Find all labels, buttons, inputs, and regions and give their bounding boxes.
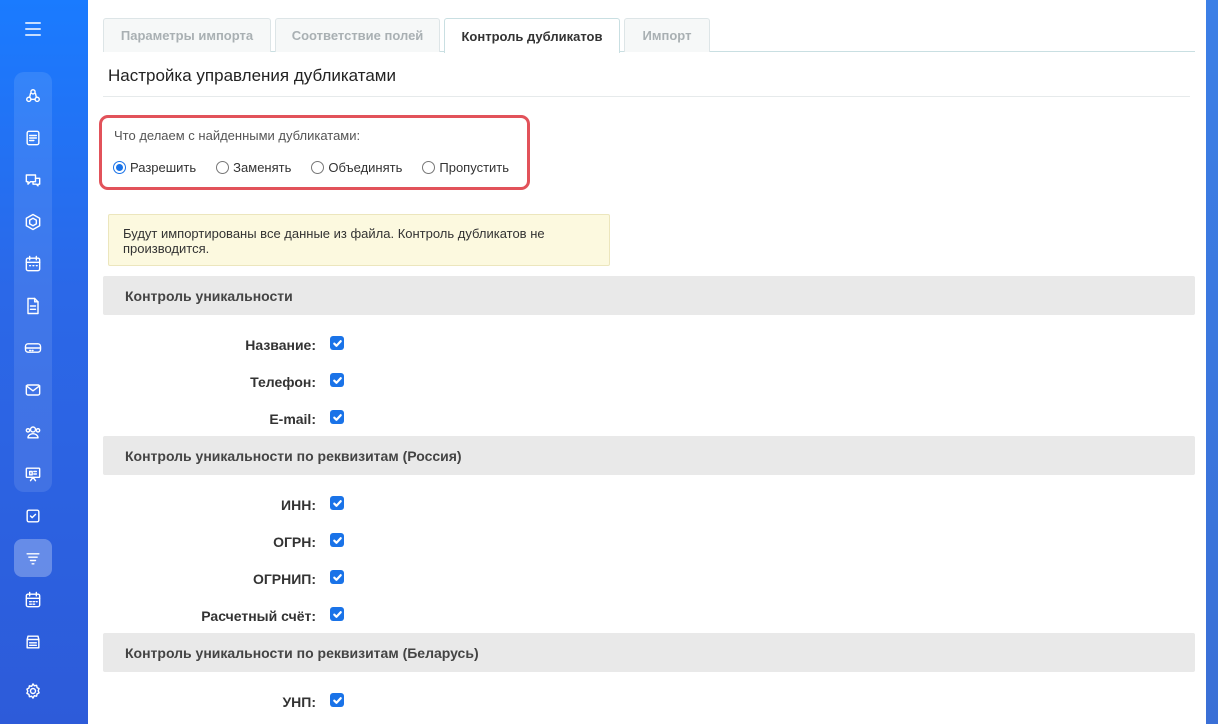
field-label: ИНН: <box>281 497 316 513</box>
tab-field-mapping[interactable]: Соответствие полей <box>275 18 440 52</box>
group-header-requisites-belarus: Контроль уникальности по реквизитам (Бел… <box>103 633 1195 672</box>
main-content: Параметры импорта Соответствие полей Кон… <box>88 0 1206 724</box>
radio-button[interactable] <box>422 161 436 174</box>
divider <box>103 96 1190 97</box>
group-header-uniqueness: Контроль уникальности <box>103 276 1195 315</box>
right-edge <box>1206 0 1218 724</box>
field-label: ОГРНИП: <box>252 571 316 587</box>
checkbox-ogrn[interactable] <box>330 533 344 547</box>
field-row-ogrn: ОГРН: <box>88 533 488 553</box>
field-row-name: Название: <box>88 336 488 356</box>
tab-duplicate-control[interactable]: Контроль дубликатов <box>444 18 620 53</box>
checkbox-email[interactable] <box>330 410 344 424</box>
presentation-icon[interactable] <box>14 455 52 493</box>
field-row-unp: УНП: <box>88 693 488 713</box>
file-icon[interactable] <box>14 287 52 325</box>
radio-button[interactable] <box>216 161 230 174</box>
duplicate-options: Разрешить Заменять Объединять Пропустить <box>113 160 529 175</box>
store-icon[interactable] <box>14 623 52 661</box>
radio-label: Пропустить <box>439 160 510 175</box>
mail-icon[interactable] <box>14 371 52 409</box>
checkbox-name[interactable] <box>330 336 344 350</box>
field-label: Расчетный счёт: <box>201 608 316 624</box>
chat-icon[interactable] <box>14 161 52 199</box>
radio-skip[interactable]: Пропустить <box>422 160 509 175</box>
checkbox-phone[interactable] <box>330 373 344 387</box>
tab-import-params[interactable]: Параметры импорта <box>103 18 271 52</box>
field-row-email: E-mail: <box>88 410 488 430</box>
radio-merge[interactable]: Объединять <box>311 160 402 175</box>
radio-label: Объединять <box>328 160 403 175</box>
deals-icon[interactable] <box>14 77 52 115</box>
radio-button[interactable] <box>113 161 126 174</box>
card-icon[interactable] <box>14 329 52 367</box>
filter-icon[interactable] <box>14 539 52 577</box>
section-title: Настройка управления дубликатами <box>108 66 396 85</box>
checkbox-ogrnip[interactable] <box>330 570 344 584</box>
documents-icon[interactable] <box>14 119 52 157</box>
radio-button[interactable] <box>311 161 325 174</box>
duplicate-handling-box: Что делаем с найденными дубликатами: Раз… <box>99 115 530 190</box>
field-row-account: Расчетный счёт: <box>88 607 488 627</box>
hexagon-icon[interactable] <box>14 203 52 241</box>
settings-icon[interactable] <box>14 672 52 710</box>
tab-bar: Параметры импорта Соответствие полей Кон… <box>103 18 1195 53</box>
checkbox-unp[interactable] <box>330 693 344 707</box>
menu-icon[interactable] <box>22 18 44 40</box>
info-notice: Будут импортированы все данные из файла.… <box>108 214 610 266</box>
field-label: ОГРН: <box>273 534 316 550</box>
field-row-inn: ИНН: <box>88 496 488 516</box>
radio-replace[interactable]: Заменять <box>216 160 291 175</box>
radio-label: Разрешить <box>130 160 197 175</box>
contacts-icon[interactable] <box>14 413 52 451</box>
checkbox-account[interactable] <box>330 607 344 621</box>
field-label: Название: <box>245 337 316 353</box>
schedule-icon[interactable] <box>14 581 52 619</box>
field-label: УНП: <box>282 694 316 710</box>
calendar-icon[interactable] <box>14 245 52 283</box>
sidebar <box>0 0 88 724</box>
field-label: Телефон: <box>250 374 316 390</box>
duplicate-question: Что делаем с найденными дубликатами: <box>114 128 361 143</box>
checkbox-inn[interactable] <box>330 496 344 510</box>
radio-label: Заменять <box>233 160 292 175</box>
tab-import[interactable]: Импорт <box>624 18 710 52</box>
field-row-ogrnip: ОГРНИП: <box>88 570 488 590</box>
field-row-phone: Телефон: <box>88 373 488 393</box>
group-header-requisites-russia: Контроль уникальности по реквизитам (Рос… <box>103 436 1195 475</box>
radio-allow[interactable]: Разрешить <box>113 160 196 175</box>
field-label: E-mail: <box>269 411 316 427</box>
tasks-icon[interactable] <box>14 497 52 535</box>
